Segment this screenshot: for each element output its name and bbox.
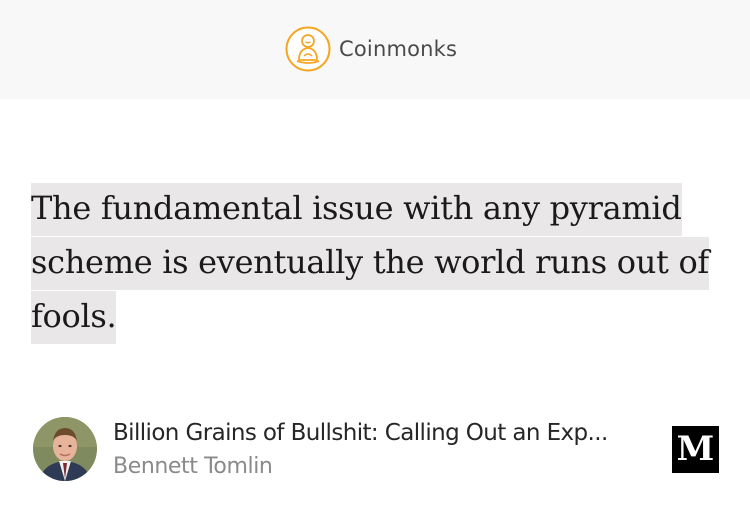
article-author: Bennett Tomlin — [113, 454, 273, 479]
publication-brand-link[interactable]: Coinmonks — [285, 25, 457, 73]
publication-header: Coinmonks — [0, 0, 750, 99]
article-link-card[interactable]: Billion Grains of Bullshit: Calling Out … — [0, 410, 750, 490]
highlighted-quote: The fundamental issue with any pyramid s… — [31, 181, 721, 344]
medium-logo-icon: M — [672, 426, 719, 473]
author-avatar — [33, 417, 97, 481]
publication-name: Coinmonks — [339, 37, 458, 61]
share-preview: Coinmonks The fundamental issue with any… — [0, 0, 750, 511]
monk-icon — [285, 26, 331, 72]
quote-text: The fundamental issue with any pyramid s… — [31, 183, 709, 344]
article-title: Billion Grains of Bullshit: Calling Out … — [113, 420, 608, 446]
